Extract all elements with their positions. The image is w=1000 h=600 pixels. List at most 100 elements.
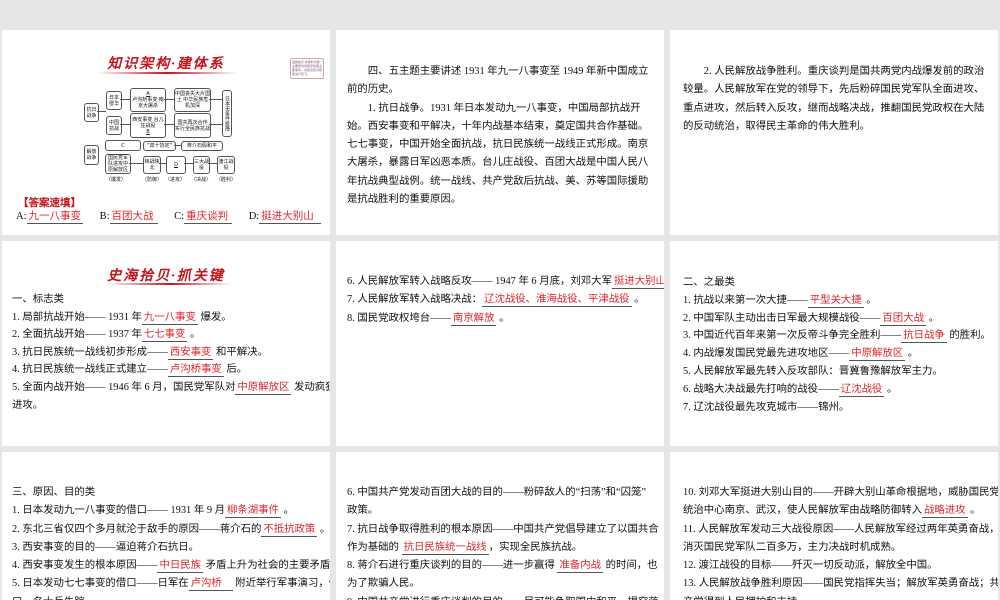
text-segment: 四、五主题主要讲述 1931 年九一八事变至 1949 年新中国成立前的历史。 — [347, 66, 649, 96]
slide-text: 10. 刘邓大军挺进大别山目的——开辟大别山革命根据地，威胁国民党 统治中心南京、… — [683, 484, 998, 600]
text-line: 政策。 — [347, 502, 659, 520]
slide-causes-3[interactable]: 10. 刘邓大军挺进大别山目的——开辟大别山革命根据地，威胁国民党 统治中心南京、… — [670, 452, 998, 600]
fill-in-answer: 七七事变 — [141, 329, 188, 343]
node-territory-loss: 中国丧失大片国土 中华民族危机加深 — [174, 88, 211, 112]
answer-label-c: C: — [174, 211, 185, 222]
slide-overview-2[interactable]: 2. 人民解放战争胜利。重庆谈判是国共两党内战爆发前的政治较量。人民解放军在党的… — [670, 30, 998, 235]
text-segment: 7. 抗日战争取得胜利的根本原因——中国共产党倡导建立了以国共合 — [347, 523, 659, 535]
text-line: 产党得到人民拥护和支持。 — [683, 594, 998, 600]
text-segment: 为了欺骗人民。 — [347, 578, 420, 590]
text-line: 5. 全面内战开始—— 1946 年 6 月，国民党军队对中原解放区 发动疯狂 — [12, 379, 330, 397]
slide-key-points-2[interactable]: 6. 人民解放军转入战略反攻—— 1947 年 6 月底，刘邓大军 挺进大别山 7.… — [336, 241, 664, 446]
text-segment: ，实现全民族抗战。 — [488, 541, 583, 553]
arrow — [208, 163, 217, 164]
text-segment: 3. 西安事变的目的——逼迫蒋介石抗日。 — [12, 541, 200, 553]
answer-label-a: A: — [16, 211, 27, 222]
answer-a: 九一八事变 — [26, 211, 83, 224]
text-line: 三、原因、目的类 — [12, 484, 330, 502]
text-segment: 。 — [884, 383, 898, 395]
fill-in-answer: 西安事变 — [167, 346, 214, 360]
text-segment: 。 — [280, 505, 294, 517]
slide-overview-1[interactable]: 四、五主题主要讲述 1931 年九一八事变至 1949 年新中国成立前的历史。 1… — [336, 30, 664, 235]
text-segment: 。 — [187, 329, 201, 341]
node-liberation-war: 解放战争 — [84, 145, 99, 165]
text-segment: 。 — [317, 523, 330, 535]
text-line: 二、之最类 — [683, 274, 991, 292]
stage-label: （决战） — [191, 177, 212, 183]
title-underline — [97, 72, 237, 74]
node-b-text: 西安事变 台儿庄战役 — [132, 116, 164, 129]
fill-in-answer: 中原解放区 — [235, 381, 292, 395]
text-segment: 2. 人民解放战争胜利。重庆谈判是国共两党内战爆发前的政治较量。人民解放军在党的… — [683, 66, 985, 132]
stage-label: （防御） — [142, 177, 163, 183]
text-segment: 。 — [967, 505, 981, 517]
text-segment: 1. 日本发动九一八事变的借口—— 1931 年 9 月 — [12, 505, 226, 517]
slide-text: 6. 人民解放军转入战略反攻—— 1947 年 6 月底，刘邓大军 挺进大别山 7.… — [347, 273, 664, 328]
slide-text: 二、之最类 1. 抗战以来第一次大捷—— 平型关大捷 。 2. 中国军队主动出击日军最… — [683, 274, 991, 416]
text-segment: 1. 局部抗战开始—— 1931 年 — [12, 311, 142, 323]
text-segment: 2. 全面抗战开始—— 1937 年 — [12, 329, 142, 341]
fill-in-answer: 抗日民族统一战线 — [401, 541, 489, 555]
text-line: 口一名士兵失踪。 — [12, 594, 330, 600]
text-line: 为了欺骗人民。 — [347, 575, 659, 593]
text-line: 5. 日本发动七七事变的借口——日军在 卢沟桥 附近举行军事演习，借 — [12, 575, 330, 593]
fill-in-answer: 中日民族 — [157, 560, 204, 574]
text-segment: 1. 抗战以来第一次大捷—— — [683, 294, 808, 306]
text-line: 四、五主题主要讲述 1931 年九一八事变至 1949 年新中国成立前的历史。 — [347, 63, 653, 100]
connector — [97, 111, 106, 112]
slide-causes-1[interactable]: 三、原因、目的类 1. 日本发动九一八事变的借口—— 1931 年 9 月柳条湖事… — [2, 452, 330, 600]
answer-d: 挺进大别山 — [259, 211, 322, 224]
fill-in-answer: 战略进攻 — [921, 505, 968, 519]
fill-in-answer: 百团大战 — [880, 312, 926, 326]
tip-note: 温馨提示 本课时内容主要按时间顺序梳理主要事件，请结合知识框架进行复习。 — [290, 58, 324, 79]
slide-text: 三、原因、目的类 1. 日本发动九一八事变的借口—— 1931 年 9 月柳条湖事… — [12, 484, 330, 600]
slide-superlatives[interactable]: 二、之最类 1. 抗战以来第一次大捷—— 平型关大捷 。 2. 中国军队主动出击日军最… — [670, 241, 998, 446]
text-segment: 6. 人民解放军转入战略反攻—— 1947 年 6 月底，刘邓大军 — [347, 276, 612, 287]
arrow — [184, 163, 193, 164]
slide-causes-2[interactable]: 6. 中国共产党发动百团大战的目的——粉碎敌人的“扫荡”和“囚笼” 政策。 7. 抗… — [336, 452, 664, 600]
text-segment: 二、之最类 — [683, 277, 735, 288]
text-segment: 作为基础的 — [347, 541, 402, 553]
arrow — [164, 124, 174, 125]
arrow — [120, 99, 130, 100]
text-line: 1. 抗日战争。1931 年日本发动九一八事变，中国局部抗战开始。西安事变和平解… — [347, 100, 653, 210]
slide-text: 6. 中国共产党发动百团大战的目的——粉碎敌人的“扫荡”和“囚笼” 政策。 7. 抗… — [347, 484, 659, 600]
slide-key-points-1[interactable]: 史海拾贝·抓关键 一、标志类 1. 局部抗战开始—— 1931 年九一八事变 爆发… — [2, 241, 330, 446]
arrow — [174, 145, 181, 146]
fill-in-answer: 挺进大别山 — [611, 276, 664, 289]
slide-knowledge-framework[interactable]: 知识架构·建体系 温馨提示 本课时内容主要按时间顺序梳理主要事件，请结合知识框架… — [2, 30, 330, 235]
text-line: 7. 人民解放军转入战略决战： 辽沈战役、淮海战役、平津战役 。 — [347, 291, 664, 309]
fill-in-answer: 中原解放区 — [849, 348, 906, 362]
node-central-plains: 国民党军队进攻中原解放区 — [105, 154, 131, 174]
fill-in-answer: 卢沟桥 — [188, 578, 233, 592]
stage-label: （胜利） — [216, 177, 237, 183]
text-segment: 的时间，也 — [602, 560, 658, 572]
text-line: 10. 刘邓大军挺进大别山目的——开辟大别山革命根据地，威胁国民党 — [683, 484, 998, 502]
text-line: 5. 人民解放军最先转入反攻部队：晋冀鲁豫解放军主力。 — [683, 363, 991, 381]
text-line: 2. 全面抗战开始—— 1937 年七七事变 。 — [12, 326, 330, 344]
text-segment: 4. 西安事变发生的根本原因—— — [12, 560, 158, 572]
text-segment: 。 — [496, 312, 510, 324]
text-line: 13. 人民解放战争胜利原因——国民党指挥失当；解放军英勇奋战；共 — [683, 575, 998, 593]
node-north-shaanxi: 转战陕北 — [143, 156, 161, 174]
slide-title: 史海拾贝·抓关键 — [107, 269, 225, 284]
text-line: 消灭国民党军队二百多万，主力决战时机成熟。 — [683, 539, 998, 557]
text-line: 4. 西安事变发生的根本原因—— 中日民族 矛盾上升为社会的主要矛盾。 — [12, 557, 330, 575]
answer-row: A: 九一八事变 B: 百团大战 C: 重庆谈判 D: 挺进大别山 — [16, 211, 322, 224]
text-segment: 的胜利。 — [946, 330, 991, 342]
text-line: 7. 抗日战争取得胜利的根本原因——中国共产党倡导建立了以国共合 — [347, 521, 659, 539]
text-segment: 5. 日本发动七七事变的借口——日军在 — [12, 578, 189, 590]
fill-in-answer: 九一八事变 — [141, 311, 198, 325]
text-segment: 4. 抗日民族统一战线正式建立—— — [12, 364, 168, 376]
slide-title: 知识架构·建体系 — [107, 57, 225, 72]
text-segment: 爆发。 — [197, 311, 232, 323]
text-segment: 矛盾上升为社会的主要矛盾。 — [203, 560, 330, 572]
text-line: 作为基础的 抗日民族统一战线 ，实现全民族抗战。 — [347, 539, 659, 557]
text-line: 统治中心南京、武汉，使人民解放军由战略防御转入 战略进攻 。 — [683, 502, 998, 520]
arrow — [209, 124, 222, 125]
text-line: 3. 西安事变的目的——逼迫蒋介石抗日。 — [12, 539, 330, 557]
slide-text: 四、五主题主要讲述 1931 年九一八事变至 1949 年新中国成立前的历史。 1… — [347, 63, 653, 209]
text-segment: 三、原因、目的类 — [12, 487, 96, 498]
node-cooperation: 国共再次合作 实行全民族抗战 — [174, 113, 211, 138]
answer-heading: 【答案速填】 — [18, 198, 81, 209]
